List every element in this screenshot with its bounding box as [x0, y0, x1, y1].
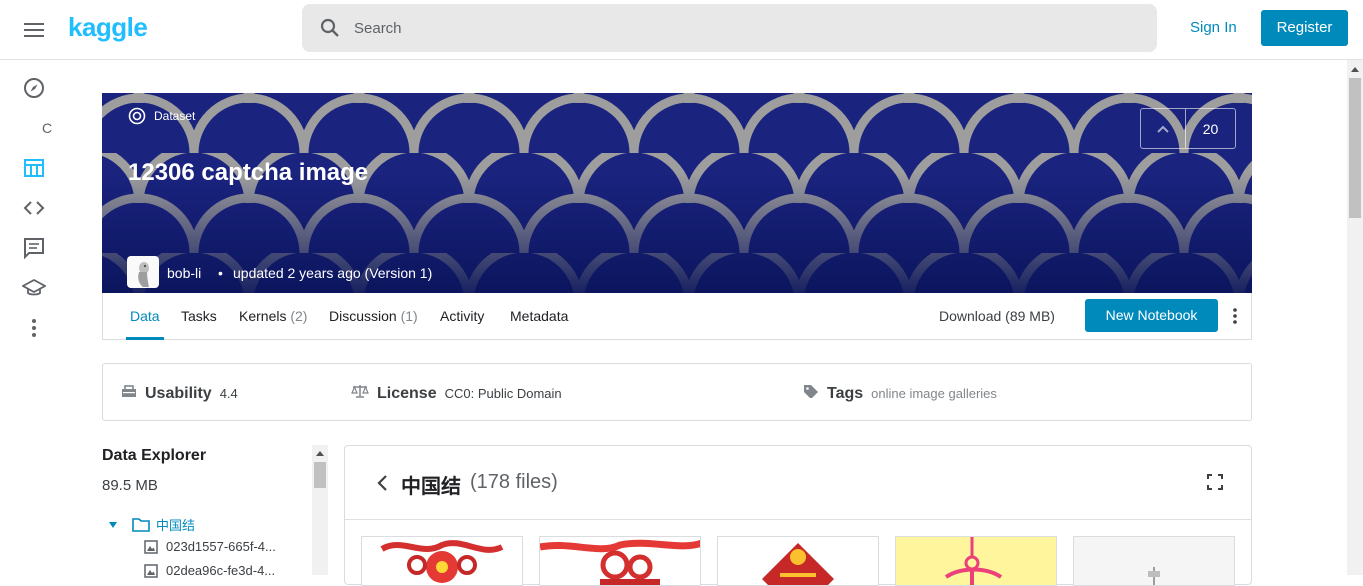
- license-value[interactable]: CC0: Public Domain: [445, 386, 562, 401]
- active-tab-indicator: [126, 337, 164, 340]
- tree-file-item[interactable]: 02dea96c-fe3d-4...: [144, 563, 275, 578]
- data-explorer-title: Data Explorer: [102, 447, 207, 464]
- tab-data[interactable]: Data: [130, 308, 160, 324]
- menu-icon[interactable]: [22, 18, 46, 42]
- sign-in-link[interactable]: Sign In: [1190, 19, 1237, 36]
- usability-score: 4.4: [219, 386, 238, 401]
- data-explorer: Data Explorer 89.5 MB 中国结 023d1557-665f-…: [102, 445, 328, 578]
- page-scrollbar[interactable]: [1347, 60, 1363, 575]
- tab-kernels[interactable]: Kernels (2): [239, 308, 307, 324]
- tags-section: Tags online image galleries: [803, 384, 997, 403]
- folder-icon: [132, 517, 150, 532]
- register-button[interactable]: Register: [1261, 10, 1348, 46]
- tag-icon: [804, 385, 818, 398]
- code-icon[interactable]: [22, 196, 46, 220]
- image-file-icon: [144, 539, 158, 554]
- dataset-type-label: Dataset: [128, 107, 195, 125]
- compass-icon[interactable]: [22, 76, 46, 100]
- viewer-folder-name: 中国结: [401, 476, 461, 498]
- vote-widget: 20: [1140, 108, 1236, 149]
- tab-activity[interactable]: Activity: [440, 308, 484, 324]
- comment-icon[interactable]: [22, 236, 46, 260]
- fullscreen-icon[interactable]: [1207, 474, 1223, 495]
- dataset-meta-bar: Usability 4.4 License CC0: Public Domain…: [102, 363, 1252, 421]
- more-icon[interactable]: [22, 316, 46, 340]
- kaggle-logo[interactable]: kaggle: [68, 12, 148, 43]
- tag-link[interactable]: online image galleries: [871, 386, 997, 401]
- dataset-header: Dataset 12306 captcha image bob-li • upd…: [102, 93, 1252, 293]
- school-icon[interactable]: [21, 276, 47, 300]
- page-scrollbar-thumb[interactable]: [1349, 78, 1361, 218]
- separator-dot: •: [218, 265, 223, 281]
- tree-folder-item[interactable]: 中国结: [108, 515, 195, 534]
- usability-section: Usability 4.4: [121, 384, 238, 403]
- explorer-scrollbar-thumb[interactable]: [314, 462, 326, 488]
- tab-tasks[interactable]: Tasks: [181, 308, 217, 324]
- dataset-icon: [128, 107, 146, 125]
- top-bar: kaggle Search Sign In Register: [0, 0, 1363, 60]
- search-icon: [318, 16, 342, 45]
- vote-count: 20: [1202, 120, 1219, 137]
- tab-discussion[interactable]: Discussion (1): [329, 308, 418, 324]
- explorer-scrollbar[interactable]: [312, 445, 328, 575]
- caret-down-icon[interactable]: [108, 521, 118, 529]
- image-thumbnail[interactable]: [1073, 536, 1235, 586]
- search-input[interactable]: Search: [302, 4, 1157, 52]
- more-options-icon[interactable]: [1227, 306, 1243, 326]
- nav-collapsed-letter: C: [42, 120, 53, 136]
- table-icon[interactable]: [22, 156, 46, 180]
- image-thumbnail[interactable]: [539, 536, 701, 586]
- new-notebook-button[interactable]: New Notebook: [1085, 299, 1218, 332]
- image-thumbnail[interactable]: [895, 536, 1057, 586]
- license-section: License CC0: Public Domain: [351, 384, 562, 403]
- upvote-button[interactable]: [1141, 109, 1186, 148]
- image-thumbnail[interactable]: [361, 536, 523, 586]
- back-arrow-icon[interactable]: [375, 474, 389, 497]
- tab-metadata[interactable]: Metadata: [510, 308, 568, 324]
- image-file-icon: [144, 563, 158, 578]
- tree-file-item[interactable]: 023d1557-665f-4...: [144, 539, 276, 554]
- download-button[interactable]: Download (89 MB): [939, 308, 1055, 324]
- avatar[interactable]: [127, 256, 159, 288]
- author-link[interactable]: bob-li: [167, 265, 201, 281]
- left-nav: C: [0, 60, 68, 575]
- search-placeholder: Search: [354, 20, 402, 37]
- dataset-tabs: Data Tasks Kernels (2) Discussion (1) Ac…: [102, 293, 1252, 340]
- usability-icon: [122, 385, 136, 397]
- image-thumbnail[interactable]: [717, 536, 879, 586]
- data-explorer-size: 89.5 MB: [102, 477, 158, 494]
- dataset-title: 12306 captcha image: [128, 159, 369, 186]
- chevron-up-icon: [1157, 125, 1169, 133]
- updated-text: updated 2 years ago (Version 1): [233, 265, 433, 281]
- file-viewer: 中国结 (178 files): [344, 445, 1252, 586]
- viewer-file-count: (178 files): [470, 471, 558, 493]
- scale-icon: [351, 385, 369, 398]
